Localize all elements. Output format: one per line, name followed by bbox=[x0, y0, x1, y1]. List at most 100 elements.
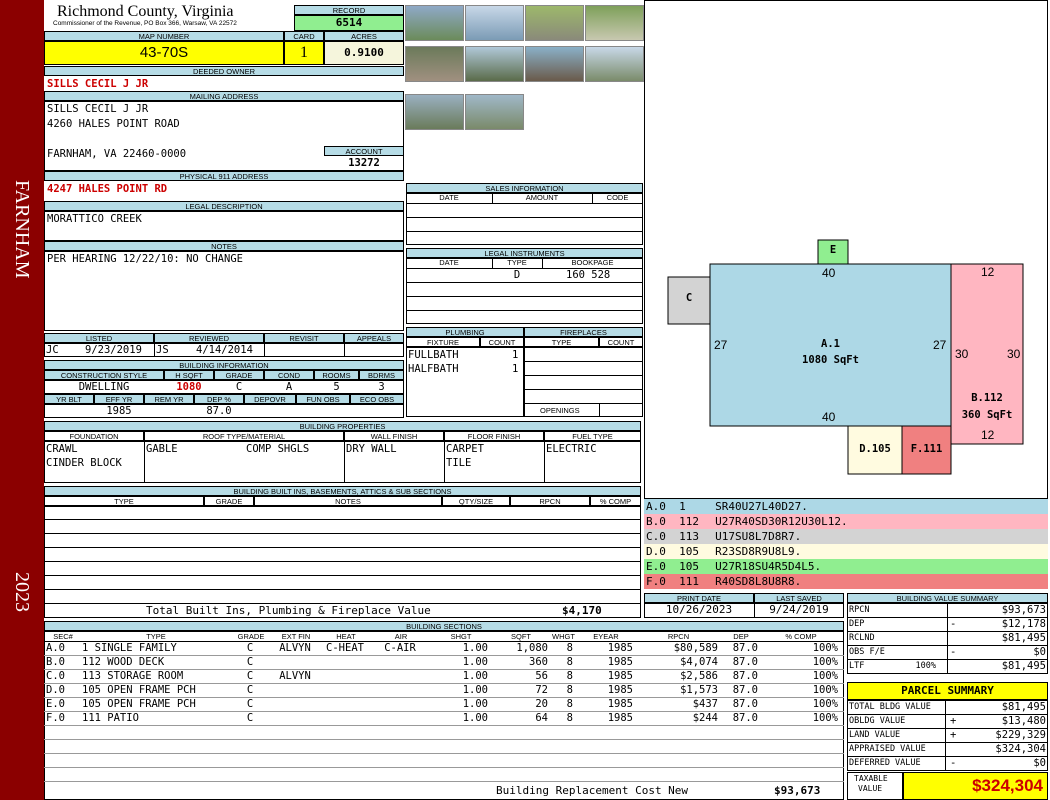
bi-col-hsqft: H SQFT bbox=[164, 370, 214, 380]
sections-cell: C bbox=[246, 670, 254, 682]
value-summary-cell: $12,178 bbox=[1001, 618, 1046, 630]
bp-col-roof: ROOF TYPE/MATERIAL bbox=[144, 431, 344, 441]
sketch-section-row-f: F.0 111 R40SD8L8U8R8. bbox=[644, 574, 1048, 589]
sketch-section-row-d: D.0 105 R23SD8R9U8L9. bbox=[644, 544, 1048, 559]
account-number: 13272 bbox=[348, 157, 380, 169]
sections-cell: 1.00 bbox=[462, 656, 488, 668]
bi-effyr: 1985 bbox=[106, 405, 132, 417]
plumb-count-2: 1 bbox=[512, 363, 519, 375]
sections-col-5: AIR bbox=[394, 632, 408, 641]
sections-col-9: EYEAR bbox=[593, 632, 619, 641]
sketch-section-row-a: A.0 1 SR40U27L40D27. bbox=[644, 499, 1048, 514]
sections-cell: 1985 bbox=[607, 656, 633, 668]
sketch-label-a-sqft: 1080 SqFt bbox=[802, 354, 859, 366]
county-address: Commissioner of the Revenue, PO Box 366,… bbox=[53, 20, 237, 27]
property-photo-1[interactable] bbox=[405, 5, 464, 41]
mail-line-2: 4260 HALES POINT ROAD bbox=[47, 118, 180, 130]
plumbing-label: PLUMBING bbox=[406, 327, 524, 337]
account-label: ACCOUNT bbox=[324, 146, 404, 156]
sections-cell: $244 bbox=[692, 712, 718, 724]
building-value-summary-label: BUILDING VALUE SUMMARY bbox=[847, 593, 1048, 603]
building-properties-label: BUILDING PROPERTIES bbox=[44, 421, 641, 431]
sales-col-amount: AMOUNT bbox=[525, 193, 559, 202]
property-photo-8[interactable] bbox=[585, 46, 644, 82]
sketch-label-b-sqft: 360 SqFt bbox=[961, 409, 1013, 421]
legal-description-label: LEGAL DESCRIPTION bbox=[44, 201, 404, 211]
property-photo-6[interactable] bbox=[465, 46, 524, 82]
county-title: Richmond County, Virginia bbox=[57, 3, 234, 20]
parcel-summary-cell: $324,304 bbox=[995, 743, 1046, 755]
sections-cell: 100% bbox=[812, 642, 838, 654]
sales-information-label: SALES INFORMATION bbox=[406, 183, 643, 193]
property-photo-10[interactable] bbox=[465, 94, 524, 130]
sections-cell: C bbox=[246, 656, 254, 668]
sections-col-2: GRADE bbox=[237, 632, 265, 641]
sketch-label-a: A.1 bbox=[821, 338, 840, 350]
value-summary-cell: - bbox=[950, 618, 957, 630]
dim-40-top: 40 bbox=[822, 266, 836, 280]
bt-col-qty: QTY/SIZE bbox=[442, 496, 510, 506]
bp-floor-1: CARPET bbox=[446, 443, 484, 455]
value-summary-cell: - bbox=[950, 646, 957, 658]
record-number: 6514 bbox=[294, 15, 404, 31]
property-photo-3[interactable] bbox=[525, 5, 584, 41]
sales-col-code: CODE bbox=[606, 193, 629, 202]
sketch-label-d: D.105 bbox=[859, 443, 891, 455]
bp-roof-1: GABLE bbox=[146, 443, 178, 455]
instr-col-type: TYPE bbox=[507, 258, 527, 267]
parcel-summary-cell: - bbox=[950, 757, 957, 769]
sections-cell: 1985 bbox=[607, 684, 633, 696]
sections-cell: 87.0 bbox=[732, 712, 758, 724]
property-photo-7[interactable] bbox=[525, 46, 584, 82]
built-ins-label: BUILDING BUILT INS, BASEMENTS, ATTICS & … bbox=[44, 486, 641, 496]
parcel-summary-cell: LAND VALUE bbox=[849, 730, 901, 740]
sections-cell: C-HEAT bbox=[326, 642, 364, 654]
sections-cell: 1.00 bbox=[462, 642, 488, 654]
sections-col-8: WHGT bbox=[552, 632, 575, 641]
sections-col-11: DEP bbox=[733, 632, 749, 641]
sales-col-date: DATE bbox=[439, 193, 459, 202]
sections-cell: 8 bbox=[566, 656, 573, 668]
sections-cell: D.0 bbox=[46, 684, 65, 696]
property-photo-9[interactable] bbox=[405, 94, 464, 130]
property-photo-5[interactable] bbox=[405, 46, 464, 82]
value-summary-cell: $81,495 bbox=[1001, 660, 1046, 672]
dim-30-right: 30 bbox=[1007, 347, 1021, 361]
physical-address-label: PHYSICAL 911 ADDRESS bbox=[44, 171, 404, 181]
mail-line-1: SILLS CECIL J JR bbox=[47, 103, 149, 115]
fire-col-count: COUNT bbox=[599, 337, 643, 347]
sections-cell: 113 STORAGE ROOM bbox=[82, 670, 184, 682]
sections-cell: 100% bbox=[812, 684, 838, 696]
legal-instruments-label: LEGAL INSTRUMENTS bbox=[406, 248, 643, 258]
bp-wall: DRY WALL bbox=[346, 443, 397, 455]
building-sections-label: BUILDING SECTIONS bbox=[44, 621, 844, 631]
mail-line-3: FARNHAM, VA 22460-0000 bbox=[47, 148, 187, 160]
sections-cell: 105 OPEN FRAME PCH bbox=[82, 684, 196, 696]
bt-col-grade: GRADE bbox=[204, 496, 254, 506]
print-date: 10/26/2023 bbox=[665, 603, 733, 616]
fire-openings-label: OPENINGS bbox=[540, 406, 580, 415]
dim-30-left: 30 bbox=[955, 347, 969, 361]
fire-col-type: TYPE bbox=[524, 337, 599, 347]
sketch-label-f: F.111 bbox=[910, 443, 943, 455]
plumb-col-fixture: FIXTURE bbox=[406, 337, 480, 347]
built-ins-table bbox=[44, 506, 641, 618]
sections-cell: B.0 bbox=[46, 656, 65, 668]
sections-cell: C bbox=[246, 698, 254, 710]
bi-col-bdrms: BDRMS bbox=[359, 370, 404, 380]
parcel-summary-cell: APPRAISED VALUE bbox=[849, 744, 926, 754]
plumb-fixture-1: FULLBATH bbox=[408, 349, 459, 361]
value-summary-cell: $0 bbox=[1033, 646, 1046, 658]
bp-fuel: ELECTRIC bbox=[546, 443, 597, 455]
sections-cell: 100% bbox=[812, 712, 838, 724]
property-photo-2[interactable] bbox=[465, 5, 524, 41]
bp-col-foundation: FOUNDATION bbox=[44, 431, 144, 441]
sections-col-6: SHGT bbox=[450, 632, 472, 641]
sections-col-10: RPCN bbox=[667, 632, 690, 641]
property-photo-4[interactable] bbox=[585, 5, 644, 41]
sections-col-1: TYPE bbox=[146, 632, 166, 641]
bi-bdrms: 3 bbox=[378, 381, 385, 393]
replacement-cost-label: Building Replacement Cost New bbox=[496, 784, 689, 797]
building-information-label: BUILDING INFORMATION bbox=[44, 360, 404, 370]
card-label: CARD bbox=[284, 31, 324, 41]
